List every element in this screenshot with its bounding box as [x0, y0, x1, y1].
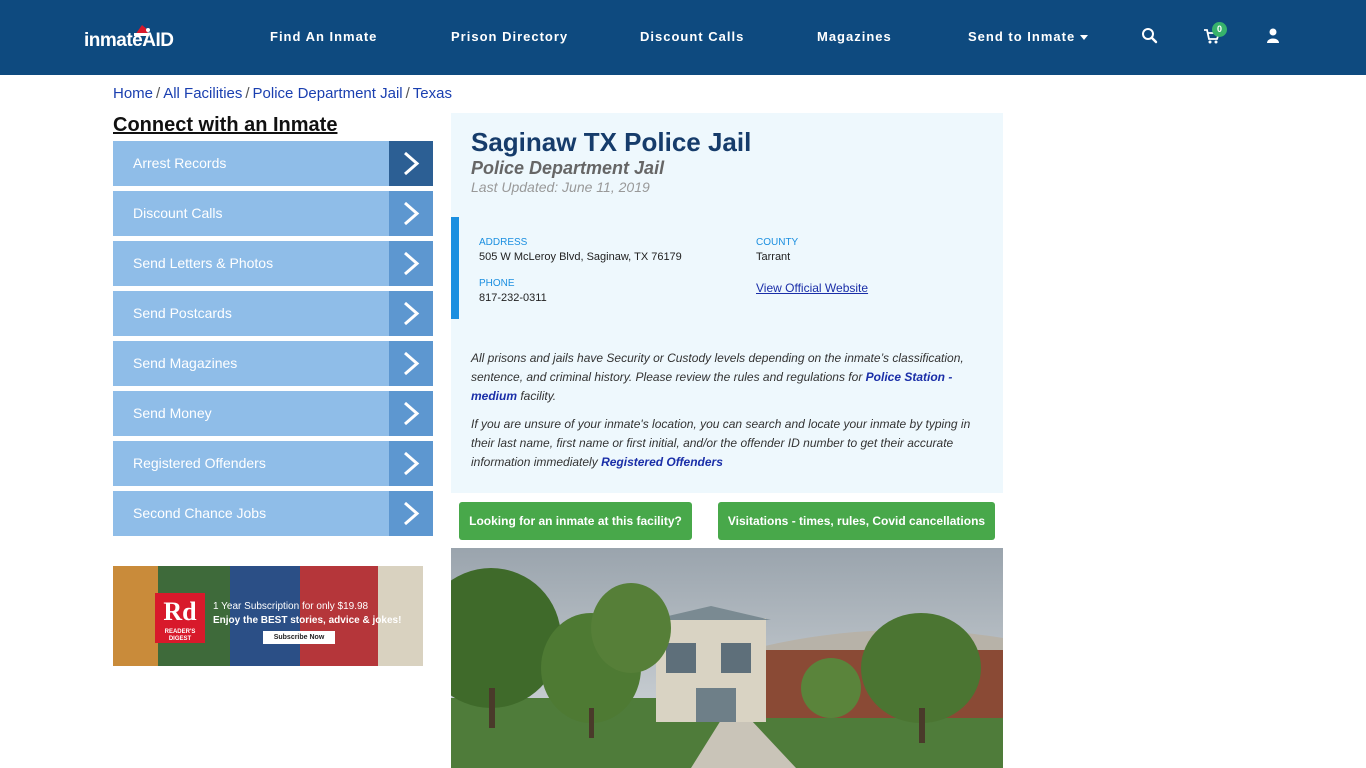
readers-digest-logo: Rd READER'S DIGEST — [155, 593, 205, 643]
caret-down-icon — [1080, 35, 1089, 41]
chevron-right-icon — [389, 391, 433, 436]
phone-value[interactable]: 817-232-0311 — [479, 292, 547, 304]
facility-building-image — [451, 548, 1003, 768]
chevron-right-icon — [389, 191, 433, 236]
nav-find-an-inmate[interactable]: Find An Inmate — [270, 29, 377, 44]
breadcrumb-all-facilities[interactable]: All Facilities — [163, 85, 242, 102]
inmateaid-logo[interactable]: inmateAID — [84, 24, 180, 54]
sidebar-item-label: Send Postcards — [133, 305, 232, 321]
sidebar-item-label: Second Chance Jobs — [133, 505, 267, 521]
cart-count-badge: 0 — [1212, 22, 1227, 37]
security-levels-paragraph: All prisons and jails have Security or C… — [471, 351, 964, 403]
nav-prison-directory[interactable]: Prison Directory — [451, 29, 568, 44]
sidebar-item-send-magazines[interactable]: Send Magazines — [113, 341, 433, 386]
ad-headline: 1 Year Subscription for only $19.98 — [213, 601, 369, 612]
county-value: Tarrant — [756, 251, 791, 263]
sidebar-item-second-chance-jobs[interactable]: Second Chance Jobs — [113, 491, 433, 536]
sidebar-item-send-postcards[interactable]: Send Postcards — [113, 291, 433, 336]
address-label: ADDRESS — [479, 237, 528, 248]
chevron-right-icon — [389, 141, 433, 186]
facility-info-card: Saginaw TX Police Jail Police Department… — [451, 113, 1003, 493]
official-website-link[interactable]: View Official Website — [756, 281, 868, 295]
santa-hat-icon — [134, 25, 150, 36]
chevron-right-icon — [389, 441, 433, 486]
sidebar-item-label: Registered Offenders — [133, 455, 266, 471]
logo-text: inmateAID — [84, 30, 174, 51]
ad-tagline: Enjoy the BEST stories, advice & jokes! — [213, 615, 402, 626]
facility-street-photo — [451, 548, 1003, 768]
user-icon[interactable] — [1263, 26, 1283, 46]
sidebar-item-send-money[interactable]: Send Money — [113, 391, 433, 436]
sidebar-item-label: Discount Calls — [133, 205, 223, 221]
breadcrumb: Home / All Facilities / Police Department Ja… — [113, 85, 452, 102]
nav-magazines[interactable]: Magazines — [817, 29, 892, 44]
search-icon[interactable] — [1140, 26, 1160, 46]
breadcrumb-texas[interactable]: Texas — [413, 85, 452, 102]
info-accent-bar — [451, 217, 459, 319]
top-navbar: inmateAID Find An Inmate Prison Director… — [0, 0, 1366, 75]
address-value: 505 W McLeroy Blvd, Saginaw, TX 76179 — [479, 251, 682, 263]
chevron-right-icon — [389, 491, 433, 536]
sidebar-menu: Arrest Records Discount Calls Send Lette… — [113, 141, 433, 541]
county-label: COUNTY — [756, 237, 799, 248]
sidebar-item-send-letters-photos[interactable]: Send Letters & Photos — [113, 241, 433, 286]
rd-logo-text: Rd — [163, 597, 197, 626]
phone-label: PHONE — [479, 278, 515, 289]
readers-digest-ad-banner[interactable]: Rd READER'S DIGEST 1 Year Subscription f… — [113, 566, 423, 666]
sidebar-item-label: Send Magazines — [133, 355, 238, 371]
sidebar-item-label: Send Letters & Photos — [133, 255, 274, 271]
sidebar-item-label: Arrest Records — [133, 155, 227, 171]
facility-type: Police Department Jail — [471, 158, 665, 178]
sidebar-title: Connect with an Inmate — [113, 114, 338, 136]
nav-send-to-inmate-label: Send to Inmate — [968, 29, 1076, 44]
last-updated: Last Updated: June 11, 2019 — [471, 179, 650, 195]
locate-inmate-paragraph: If you are unsure of your inmate's locat… — [471, 417, 971, 469]
magazine-cover-image — [113, 566, 158, 666]
sidebar-item-label: Send Money — [133, 405, 212, 421]
find-inmate-at-facility-button[interactable]: Looking for an inmate at this facility? — [459, 502, 692, 540]
visitation-info-button[interactable]: Visitations - times, rules, Covid cancel… — [718, 502, 995, 540]
rd-logo-subtext: READER'S DIGEST — [164, 629, 196, 642]
sidebar-item-arrest-records[interactable]: Arrest Records — [113, 141, 433, 186]
nav-discount-calls[interactable]: Discount Calls — [640, 29, 744, 44]
chevron-right-icon — [389, 291, 433, 336]
chevron-right-icon — [389, 341, 433, 386]
chevron-right-icon — [389, 241, 433, 286]
subscribe-now-button[interactable]: Subscribe Now — [263, 631, 335, 644]
breadcrumb-police-department-jail[interactable]: Police Department Jail — [253, 85, 403, 102]
nav-send-to-inmate-dropdown[interactable]: Send to Inmate — [968, 29, 1089, 44]
facility-title: Saginaw TX Police Jail — [471, 127, 752, 157]
registered-offenders-link[interactable]: Registered Offenders — [601, 455, 723, 469]
breadcrumb-home[interactable]: Home — [113, 85, 153, 102]
sidebar-item-discount-calls[interactable]: Discount Calls — [113, 191, 433, 236]
sidebar-item-registered-offenders[interactable]: Registered Offenders — [113, 441, 433, 486]
